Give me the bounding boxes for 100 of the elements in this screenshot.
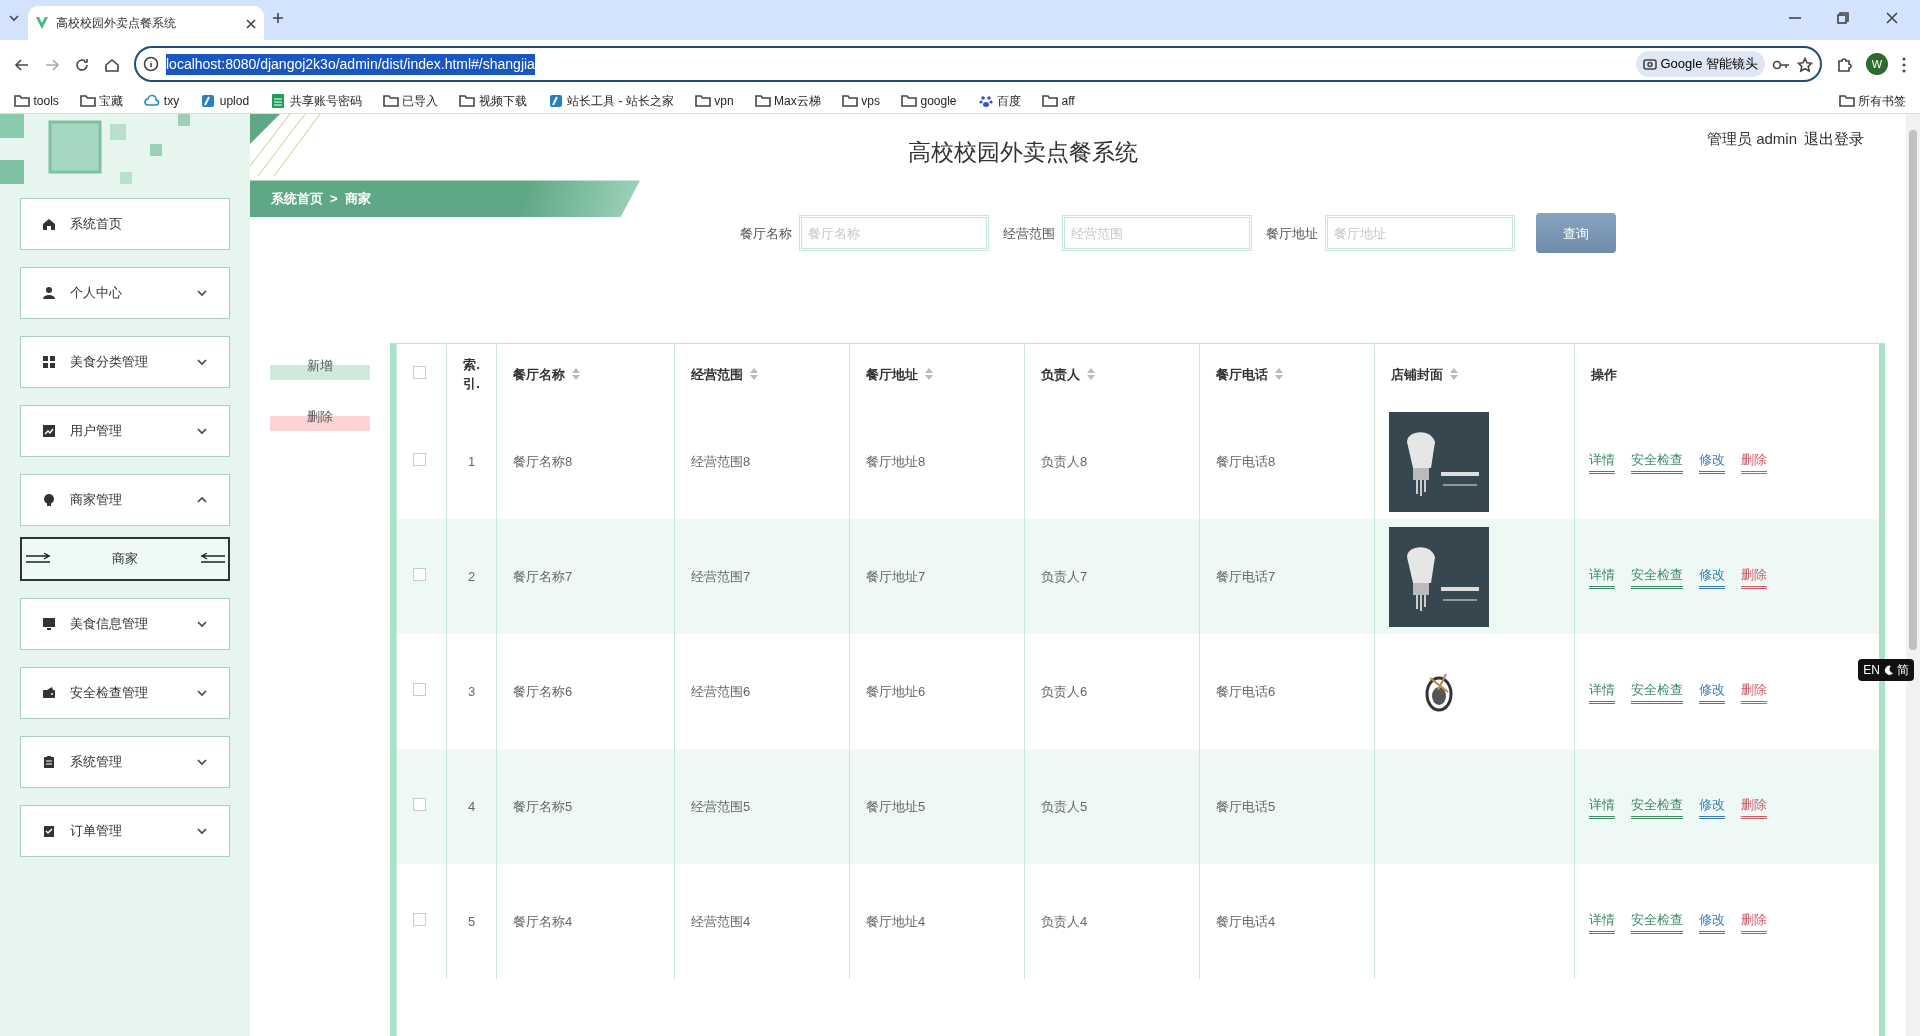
bookmark[interactable]: 宝藏 xyxy=(79,91,124,110)
page-title: 高校校园外卖点餐系统 xyxy=(908,139,1139,165)
row-action-link[interactable]: 安全检查 xyxy=(1631,909,1683,935)
row-action-link[interactable]: 修改 xyxy=(1699,449,1725,475)
row-action-link[interactable]: 详情 xyxy=(1589,679,1615,705)
table-cell: 餐厅电话4 xyxy=(1216,914,1276,930)
row-action-link[interactable]: 修改 xyxy=(1699,679,1725,705)
bookmark[interactable]: 站长工具 - 站长之家 xyxy=(547,91,674,110)
sidebar-item[interactable]: 个人中心 xyxy=(20,266,230,319)
column-header[interactable]: 经营范围 xyxy=(691,364,743,385)
tab-title: 高校校园外卖点餐系统 xyxy=(56,15,177,32)
bookmark[interactable]: aff xyxy=(1042,91,1075,110)
search-label: 经营范围 xyxy=(1003,224,1055,243)
person-icon xyxy=(42,285,56,300)
column-header[interactable]: 餐厅地址 xyxy=(866,364,918,385)
table-cell: 2 xyxy=(467,569,476,585)
select-all-checkbox[interactable] xyxy=(413,365,426,379)
row-action-link[interactable]: 详情 xyxy=(1589,909,1615,935)
bookmark[interactable]: 视频下载 xyxy=(459,91,527,110)
column-header[interactable]: 餐厅电话 xyxy=(1216,364,1268,385)
sidebar-item[interactable]: 系统首页 xyxy=(20,197,230,250)
row-action-link[interactable]: 安全检查 xyxy=(1631,794,1683,820)
row-action-link[interactable]: 详情 xyxy=(1589,564,1615,590)
bookmark[interactable]: 共享账号密码 xyxy=(270,91,362,110)
row-action-link[interactable]: 修改 xyxy=(1699,564,1725,590)
table-cell: 负责人7 xyxy=(1041,569,1088,585)
logout-link[interactable]: 退出登录 xyxy=(1804,128,1864,151)
column-header: 操作 xyxy=(1591,365,1617,384)
row-action-link[interactable]: 删除 xyxy=(1741,909,1767,935)
row-action-link[interactable]: 详情 xyxy=(1589,794,1615,820)
table-cell: 餐厅电话6 xyxy=(1216,684,1276,700)
bookmark[interactable]: 百度 xyxy=(977,91,1021,110)
breadcrumb-separator: > xyxy=(330,190,338,209)
bookmark[interactable]: txy xyxy=(144,91,180,110)
home-icon xyxy=(42,216,56,231)
lens-button[interactable]: Google 智能镜头 xyxy=(1635,51,1765,77)
column-header[interactable]: 餐厅名称 xyxy=(513,364,565,385)
bookmark[interactable]: google xyxy=(900,91,957,110)
sidebar-item[interactable]: 商家管理 xyxy=(20,473,230,526)
row-action-link[interactable]: 修改 xyxy=(1699,909,1725,935)
address-bar[interactable]: localhost:8080/djangoj2k3o/admin/dist/index.html#/shangjia Google 智能镜头 xyxy=(134,46,1822,82)
sidebar-item[interactable]: 美食信息管理 xyxy=(20,597,230,650)
sidebar-item[interactable]: 订单管理 xyxy=(20,804,230,857)
sidebar-item[interactable]: 用户管理 xyxy=(20,404,230,457)
folder-icon xyxy=(900,92,917,109)
moon-icon xyxy=(1883,665,1894,675)
column-header[interactable]: 负责人 xyxy=(1041,364,1080,385)
search-label: 餐厅名称 xyxy=(740,224,792,243)
column-header: 索.引. xyxy=(463,355,480,394)
row-action-link[interactable]: 安全检查 xyxy=(1631,564,1683,590)
row-action-link[interactable]: 安全检查 xyxy=(1631,449,1683,475)
profile-avatar[interactable]: W xyxy=(1866,53,1888,75)
browser-tab[interactable]: 高校校园外卖点餐系统 xyxy=(28,6,264,40)
folder-icon xyxy=(754,92,771,109)
table-cell: 经营范围5 xyxy=(691,799,751,815)
row-action-link[interactable]: 删除 xyxy=(1741,794,1767,820)
all-bookmarks[interactable]: 所有书签 xyxy=(1838,91,1906,110)
cloud-icon xyxy=(144,92,161,109)
row-action-link[interactable]: 修改 xyxy=(1699,794,1725,820)
row-checkbox[interactable] xyxy=(413,798,426,812)
folder-icon xyxy=(79,92,96,109)
row-checkbox[interactable] xyxy=(413,568,426,582)
bookmark[interactable]: 已导入 xyxy=(382,91,439,110)
sidebar-item[interactable]: 系统管理 xyxy=(20,735,230,788)
clipboard-check-icon xyxy=(42,823,56,838)
ime-indicator[interactable]: EN 简 xyxy=(1858,659,1914,681)
more-icon xyxy=(1902,56,1906,73)
bookmark[interactable]: uplod xyxy=(200,91,250,110)
bookmark[interactable]: Max云梯 xyxy=(754,91,821,110)
info-icon xyxy=(143,56,159,72)
folder-icon xyxy=(1042,92,1058,109)
bookmark[interactable]: vps xyxy=(841,91,880,110)
wallet-icon xyxy=(42,685,56,700)
close-icon xyxy=(245,17,257,30)
submenu-item[interactable]: 商家 xyxy=(20,536,230,581)
row-action-link[interactable]: 删除 xyxy=(1741,564,1767,590)
table-cell: 1 xyxy=(467,454,476,470)
bookmark[interactable]: vpn xyxy=(694,91,734,110)
row-checkbox[interactable] xyxy=(413,913,426,927)
v-logo-icon xyxy=(35,16,49,30)
url-text: localhost:8080/djangoj2k3o/admin/dist/index.html#/shangjia xyxy=(166,53,535,75)
sidebar-item[interactable]: 美食分类管理 xyxy=(20,335,230,388)
table-cell: 餐厅名称4 xyxy=(513,914,573,930)
column-header[interactable]: 店铺封面 xyxy=(1391,364,1443,385)
table-cell: 餐厅电话7 xyxy=(1216,569,1276,585)
row-checkbox[interactable] xyxy=(413,453,426,467)
row-checkbox[interactable] xyxy=(413,683,426,697)
bookmark[interactable]: tools xyxy=(14,91,59,110)
table-cell: 经营范围7 xyxy=(691,569,751,585)
row-action-link[interactable]: 删除 xyxy=(1741,449,1767,475)
sidebar-item[interactable]: 安全检查管理 xyxy=(20,666,230,719)
table-cell: 负责人6 xyxy=(1041,684,1088,700)
folder-icon xyxy=(1838,92,1855,109)
row-action-link[interactable]: 安全检查 xyxy=(1631,679,1683,705)
bulb-icon xyxy=(42,492,56,507)
puzzle-icon xyxy=(1836,56,1852,73)
row-action-link[interactable]: 删除 xyxy=(1741,679,1767,705)
table-cell: 餐厅名称7 xyxy=(513,569,573,585)
search-label: 餐厅地址 xyxy=(1266,224,1318,243)
row-action-link[interactable]: 详情 xyxy=(1589,449,1615,475)
